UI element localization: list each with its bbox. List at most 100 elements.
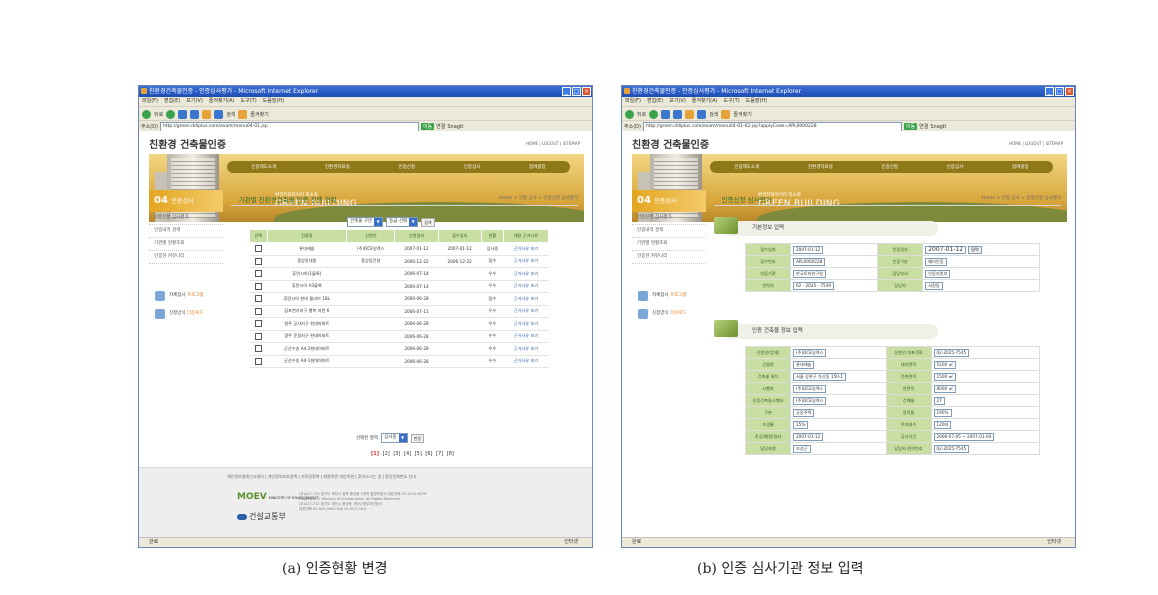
- field-input[interactable]: 2006-07-05 ~ 2007-01-04: [933, 432, 995, 441]
- back-label[interactable]: 뒤로: [154, 111, 163, 118]
- row-checkbox[interactable]: [254, 270, 262, 278]
- row-checkbox[interactable]: [254, 345, 262, 353]
- row-checkbox[interactable]: [254, 320, 262, 328]
- left-nav-item[interactable]: 인증신청 심사평가: [632, 212, 706, 225]
- links-label[interactable]: 연결: [919, 123, 928, 130]
- row-checkbox[interactable]: [254, 257, 262, 265]
- go-button[interactable]: 이동: [420, 123, 435, 130]
- field-input[interactable]: (주)DCE일렉스: [793, 396, 827, 405]
- search-icon[interactable]: [214, 109, 224, 119]
- row-checkbox[interactable]: [254, 332, 262, 340]
- go-button[interactable]: 이동: [903, 123, 918, 130]
- reason-link[interactable]: 근거사유 보기: [503, 267, 549, 281]
- favorites-icon[interactable]: [238, 109, 248, 119]
- gnb-item-forum[interactable]: 참여광장: [529, 164, 546, 170]
- row-checkbox[interactable]: [254, 307, 262, 315]
- left-nav-item[interactable]: 기관별 현황조회: [149, 238, 223, 251]
- menu-edit[interactable]: 편집(E): [164, 97, 180, 106]
- reason-link[interactable]: 근거사유 보기: [503, 330, 549, 343]
- page-link[interactable]: [1]: [371, 451, 379, 457]
- building-type-select[interactable]: 건축물 구분: [347, 217, 384, 227]
- field-input[interactable]: 한국토지연구원: [793, 269, 826, 278]
- menu-tools[interactable]: 도구(T): [241, 97, 257, 106]
- site-title[interactable]: 친환경 건축물인증: [149, 136, 226, 151]
- field-input[interactable]: 서원동: [925, 281, 943, 290]
- gnb-item-about[interactable]: 인증제도소개: [734, 164, 759, 170]
- page-link[interactable]: [2]: [383, 451, 390, 457]
- menu-favorites[interactable]: 즐겨찾기(A): [209, 97, 235, 106]
- field-input[interactable]: (주)DCE일렉스: [793, 384, 827, 393]
- menu-file[interactable]: 파일(F): [625, 97, 641, 106]
- field-input[interactable]: 25%: [793, 420, 809, 429]
- field-input[interactable]: 서울 강관구 가산동 150-1: [793, 372, 846, 381]
- maximize-button[interactable]: □: [572, 87, 581, 96]
- left-nav-item[interactable]: 인증내역 검색: [632, 225, 706, 238]
- search-icon[interactable]: [697, 109, 707, 119]
- gnb-item-library[interactable]: 친환경자료실: [808, 164, 833, 170]
- refresh-icon[interactable]: [190, 109, 200, 119]
- back-icon[interactable]: [625, 109, 634, 119]
- favorites-icon[interactable]: [721, 109, 731, 119]
- field-input[interactable]: 120대: [933, 420, 952, 429]
- maximize-button[interactable]: □: [1055, 87, 1064, 96]
- field-input[interactable]: 롯데캐슬: [793, 360, 815, 369]
- left-nav-item[interactable]: 인증내역 검색: [149, 225, 223, 238]
- field-input[interactable]: 02-2025-7545: [933, 444, 970, 453]
- menu-tools[interactable]: 도구(T): [724, 97, 740, 106]
- page-link[interactable]: [7]: [436, 451, 443, 457]
- top-links[interactable]: HOME | LOGOUT | SITEMAP: [526, 141, 580, 146]
- field-input[interactable]: 8000 ㎡: [933, 384, 956, 393]
- stop-icon[interactable]: [661, 109, 671, 119]
- snagit-button[interactable]: SnagIt: [930, 124, 946, 130]
- gnb-item-review[interactable]: 인증심사: [947, 164, 964, 170]
- gnb-item-forum[interactable]: 참여광장: [1012, 164, 1029, 170]
- back-label[interactable]: 뒤로: [637, 111, 646, 118]
- calendar-button[interactable]: 달력: [968, 245, 982, 254]
- field-input[interactable]: 02-2025-7545: [933, 348, 970, 357]
- menu-help[interactable]: 도움말(H): [746, 97, 767, 106]
- reason-link[interactable]: 근거사유 보기: [503, 280, 549, 293]
- site-title[interactable]: 친환경 건축물인증: [632, 136, 709, 151]
- row-checkbox[interactable]: [254, 282, 262, 290]
- row-checkbox[interactable]: [254, 357, 262, 365]
- back-icon[interactable]: [142, 109, 151, 119]
- status-select[interactable]: 심사중: [381, 433, 408, 443]
- reason-link[interactable]: 근거사유 보기: [503, 242, 549, 256]
- field-input[interactable]: 5200 ㎡: [933, 360, 956, 369]
- links-label[interactable]: 연결: [436, 123, 445, 130]
- field-input[interactable]: 2007-01-12: [925, 245, 967, 254]
- favorites-label[interactable]: 즐겨찾기: [733, 111, 751, 118]
- page-link[interactable]: [6]: [425, 451, 432, 457]
- minimize-button[interactable]: _: [562, 87, 571, 96]
- close-button[interactable]: ×: [1065, 87, 1074, 96]
- page-link[interactable]: [4]: [404, 451, 411, 457]
- row-checkbox[interactable]: [254, 245, 262, 253]
- menu-view[interactable]: 보기(V): [669, 97, 686, 106]
- self-check-program-link[interactable]: 자체점사 프로그램: [632, 289, 706, 303]
- gnb-item-apply[interactable]: 인증신청: [398, 164, 415, 170]
- url-field[interactable]: http://green.ddiplus.com/exam/menu04-01.…: [159, 121, 419, 132]
- url-field[interactable]: http://green.ddiplus.com/exam/menu04-01-…: [642, 121, 902, 132]
- left-nav-item[interactable]: 인증현 커뮤니티: [632, 251, 706, 264]
- gnb-item-about[interactable]: 인증제도소개: [251, 164, 276, 170]
- field-input[interactable]: 2007-01-12: [793, 245, 824, 254]
- page-link[interactable]: [8]: [447, 451, 454, 457]
- change-button[interactable]: 변경: [410, 433, 424, 443]
- field-input[interactable]: 예비인증: [925, 257, 947, 266]
- field-input[interactable]: 공동주택: [793, 408, 815, 417]
- home-icon[interactable]: [685, 109, 695, 119]
- search-label[interactable]: 검색: [709, 111, 718, 118]
- top-links[interactable]: HOME | LOGOUT | SITEMAP: [1009, 141, 1063, 146]
- favorites-label[interactable]: 즐겨찾기: [250, 111, 268, 118]
- forward-icon[interactable]: [166, 109, 176, 119]
- form-download-link[interactable]: 신청양식 다운로드: [149, 307, 223, 321]
- field-input[interactable]: APL0000228: [793, 257, 826, 266]
- reason-link[interactable]: 근거사유 보기: [503, 292, 549, 306]
- reason-link[interactable]: 근거사유 보기: [503, 355, 549, 368]
- left-nav-item[interactable]: 인증현 커뮤니티: [149, 251, 223, 264]
- menu-edit[interactable]: 편집(E): [647, 97, 663, 106]
- field-input[interactable]: 1500 ㎡: [933, 372, 956, 381]
- page-link[interactable]: [3]: [393, 451, 400, 457]
- self-check-program-link[interactable]: 자체점사 프로그램: [149, 289, 223, 303]
- row-checkbox[interactable]: [254, 295, 262, 303]
